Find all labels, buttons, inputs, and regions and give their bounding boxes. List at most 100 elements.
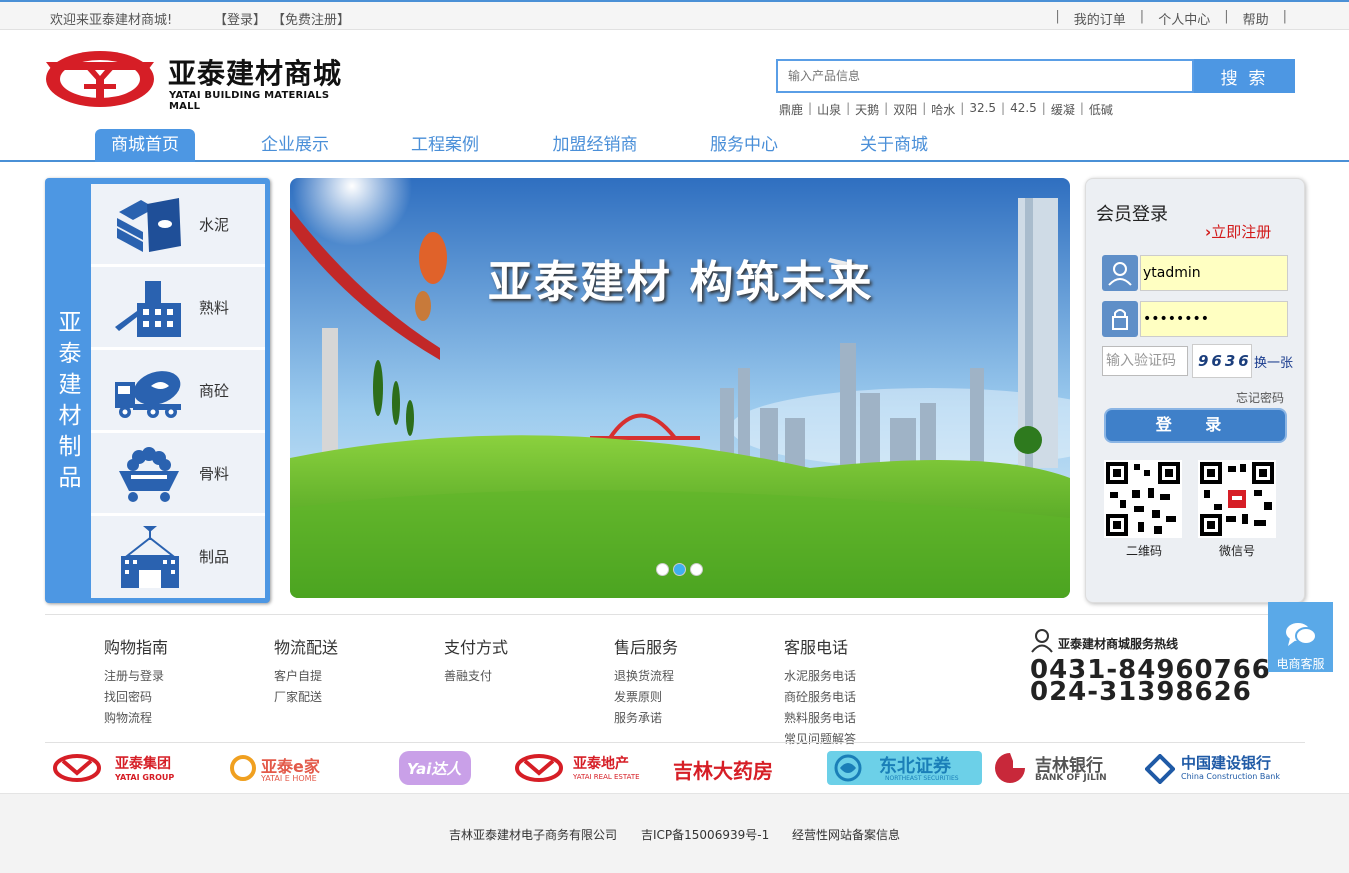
carousel-dot-active[interactable] — [673, 563, 686, 576]
wechat-qr-image — [1198, 460, 1276, 538]
category-list: 水泥 熟料 商砼 骨料 制品 — [91, 184, 265, 598]
crane-building-icon — [121, 526, 179, 588]
hot-keywords: 鼎鹿 | 山泉 | 天鹅 | 双阳 | 哈水 | 32.5 | 42.5 | 缓凝 | 低碱 — [779, 101, 1113, 118]
hot-keyword[interactable]: 山泉 — [817, 101, 841, 118]
login-button[interactable]: 登 录 — [1104, 408, 1287, 443]
captcha-input[interactable]: 输入验证码 — [1102, 346, 1188, 376]
hot-keyword[interactable]: 哈水 — [931, 101, 955, 118]
footer-col-title: 购物指南 — [104, 638, 169, 657]
nav-home[interactable]: 商城首页 — [95, 129, 195, 162]
category-cement[interactable]: 水泥 — [91, 184, 265, 266]
partner-logo[interactable]: 亚泰集团 YATAI GROUP — [53, 751, 203, 785]
category-label: 熟料 — [199, 299, 230, 317]
footer-company: 吉林亚泰建材电子商务有限公司 — [449, 828, 618, 842]
member-login-panel: 会员登录 ›立即注册 ytadmin •••••••• 输入验证码 9636 换… — [1085, 178, 1305, 603]
user-center-link[interactable]: 个人中心 — [1158, 9, 1210, 28]
hotline-phone-2: 024-31398626 — [1030, 677, 1252, 707]
help-link[interactable]: 帮助 — [1243, 9, 1269, 28]
hot-keyword[interactable]: 鼎鹿 — [779, 101, 803, 118]
captcha-image[interactable]: 9636 — [1192, 344, 1252, 378]
footer-col-logistics: 物流配送 客户自提 厂家配送 — [274, 634, 338, 708]
register-link[interactable]: 【免费注册】 — [272, 9, 350, 28]
partner-logo[interactable]: 吉林银行 BANK OF JILIN — [993, 751, 1133, 785]
welcome-text: 欢迎来亚泰建材商城! — [50, 13, 173, 28]
footer-col-payment: 支付方式 善融支付 — [444, 634, 508, 687]
carousel-dot[interactable] — [690, 563, 703, 576]
footer-link[interactable]: 熟料服务电话 — [784, 708, 856, 729]
hot-keyword[interactable]: 双阳 — [893, 101, 917, 118]
my-orders-link[interactable]: 我的订单 — [1074, 9, 1126, 28]
partner-logos: 亚泰集团 YATAI GROUP 亚泰e家 YATAI E HOME Yai达人… — [45, 742, 1305, 792]
banner-scene-image — [290, 178, 1070, 598]
banner-slogan: 亚泰建材 构筑未来 — [488, 257, 874, 308]
hero-banner[interactable]: 亚泰建材 构筑未来 — [290, 178, 1070, 598]
mixer-truck-icon — [115, 371, 181, 418]
footer-link[interactable]: 商砼服务电话 — [784, 687, 856, 708]
category-concrete[interactable]: 商砼 — [91, 350, 265, 432]
category-panel: 亚泰建材制品 水泥 熟料 商砼 骨料 制品 — [45, 178, 270, 603]
site-logo[interactable]: 亚泰建材商城 YATAI BUILDING MATERIALS MALL — [44, 48, 364, 112]
footer-col-title: 售后服务 — [614, 638, 679, 657]
category-products[interactable]: 制品 — [91, 516, 265, 598]
partner-logo[interactable]: 亚泰地产 YATAI REAL ESTATE — [515, 751, 655, 785]
search-input[interactable] — [776, 59, 1194, 93]
carousel-dot[interactable] — [656, 563, 669, 576]
partner-logo[interactable]: 亚泰e家 YATAI E HOME — [229, 751, 359, 785]
footer-link[interactable]: 购物流程 — [104, 708, 168, 729]
register-now-link[interactable]: ›立即注册 — [1205, 221, 1271, 242]
nav-about[interactable]: 关于商城 — [844, 129, 944, 162]
footer-link[interactable]: 找回密码 — [104, 687, 168, 708]
footer-link[interactable]: 注册与登录 — [104, 666, 168, 687]
partner-logo[interactable]: 东北证券 NORTHEAST SECURITIES — [827, 751, 982, 785]
footer-link[interactable]: 服务承诺 — [614, 708, 678, 729]
login-link[interactable]: 【登录】 — [214, 9, 266, 28]
category-aggregate[interactable]: 骨料 — [91, 433, 265, 515]
partner-logo[interactable]: 吉林大药房 — [673, 751, 823, 785]
top-bar: 欢迎来亚泰建材商城! 【登录】 【免费注册】 | 我的订单 | 个人中心 | 帮… — [0, 0, 1349, 30]
nav-dealers[interactable]: 加盟经销商 — [540, 129, 650, 162]
search-button[interactable]: 搜 索 — [1194, 59, 1295, 93]
footer-col-title: 物流配送 — [274, 638, 339, 657]
qr-code-image — [1104, 460, 1182, 538]
chat-bubble-icon — [1286, 623, 1317, 646]
footer-col-phone: 客服电话 水泥服务电话 商砼服务电话 熟料服务电话 常见问题解答 — [784, 634, 856, 750]
lock-icon — [1102, 301, 1138, 337]
captcha-refresh-link[interactable]: 换一张 — [1254, 352, 1293, 371]
category-clinker[interactable]: 熟料 — [91, 267, 265, 349]
footer-record-link[interactable]: 经营性网站备案信息 — [792, 826, 900, 843]
logo-text-cn: 亚泰建材商城 — [168, 57, 343, 90]
footer-link[interactable]: 水泥服务电话 — [784, 666, 856, 687]
footer-link[interactable]: 发票原则 — [614, 687, 678, 708]
footer-col-title: 客服电话 — [784, 638, 849, 657]
forgot-password-link[interactable]: 忘记密码 — [1236, 389, 1284, 406]
logo-text-en: YATAI BUILDING MATERIALS MALL — [169, 90, 330, 112]
category-label: 骨料 — [199, 465, 230, 483]
footer-col-title: 支付方式 — [444, 638, 509, 657]
username-input[interactable]: ytadmin — [1140, 255, 1288, 291]
cement-bags-icon — [117, 198, 181, 252]
online-service-label: 电商客服 — [1276, 657, 1325, 671]
site-footer: 吉林亚泰建材电子商务有限公司 吉ICP备15006939号-1 经营性网站备案信… — [0, 793, 1349, 873]
partner-logo[interactable]: Yai达人 — [399, 751, 471, 785]
search-bar: 搜 索 — [776, 59, 1295, 93]
nav-company[interactable]: 企业展示 — [245, 129, 345, 162]
footer-link[interactable]: 退换货流程 — [614, 666, 678, 687]
hot-keyword[interactable]: 天鹅 — [855, 101, 879, 118]
footer-link[interactable]: 厂家配送 — [274, 687, 338, 708]
nav-service[interactable]: 服务中心 — [694, 129, 794, 162]
password-input[interactable]: •••••••• — [1140, 301, 1288, 337]
partner-logo[interactable]: 中国建设银行 China Construction Bank — [1145, 751, 1305, 785]
hot-keyword[interactable]: 32.5 — [969, 101, 996, 118]
divider — [45, 614, 1305, 615]
hot-keyword[interactable]: 低碱 — [1089, 101, 1113, 118]
footer-link[interactable]: 善融支付 — [444, 666, 508, 687]
hot-keyword[interactable]: 42.5 — [1010, 101, 1037, 118]
user-icon — [1102, 255, 1138, 291]
qr-code-label: 二维码 — [1126, 544, 1163, 558]
nav-projects[interactable]: 工程案例 — [395, 129, 495, 162]
hot-keyword[interactable]: 缓凝 — [1051, 101, 1075, 118]
footer-icp-link[interactable]: 吉ICP备15006939号-1 — [641, 826, 769, 843]
category-label: 水泥 — [199, 216, 230, 234]
footer-link[interactable]: 客户自提 — [274, 666, 338, 687]
online-service-button[interactable]: 电商客服 — [1268, 602, 1333, 672]
